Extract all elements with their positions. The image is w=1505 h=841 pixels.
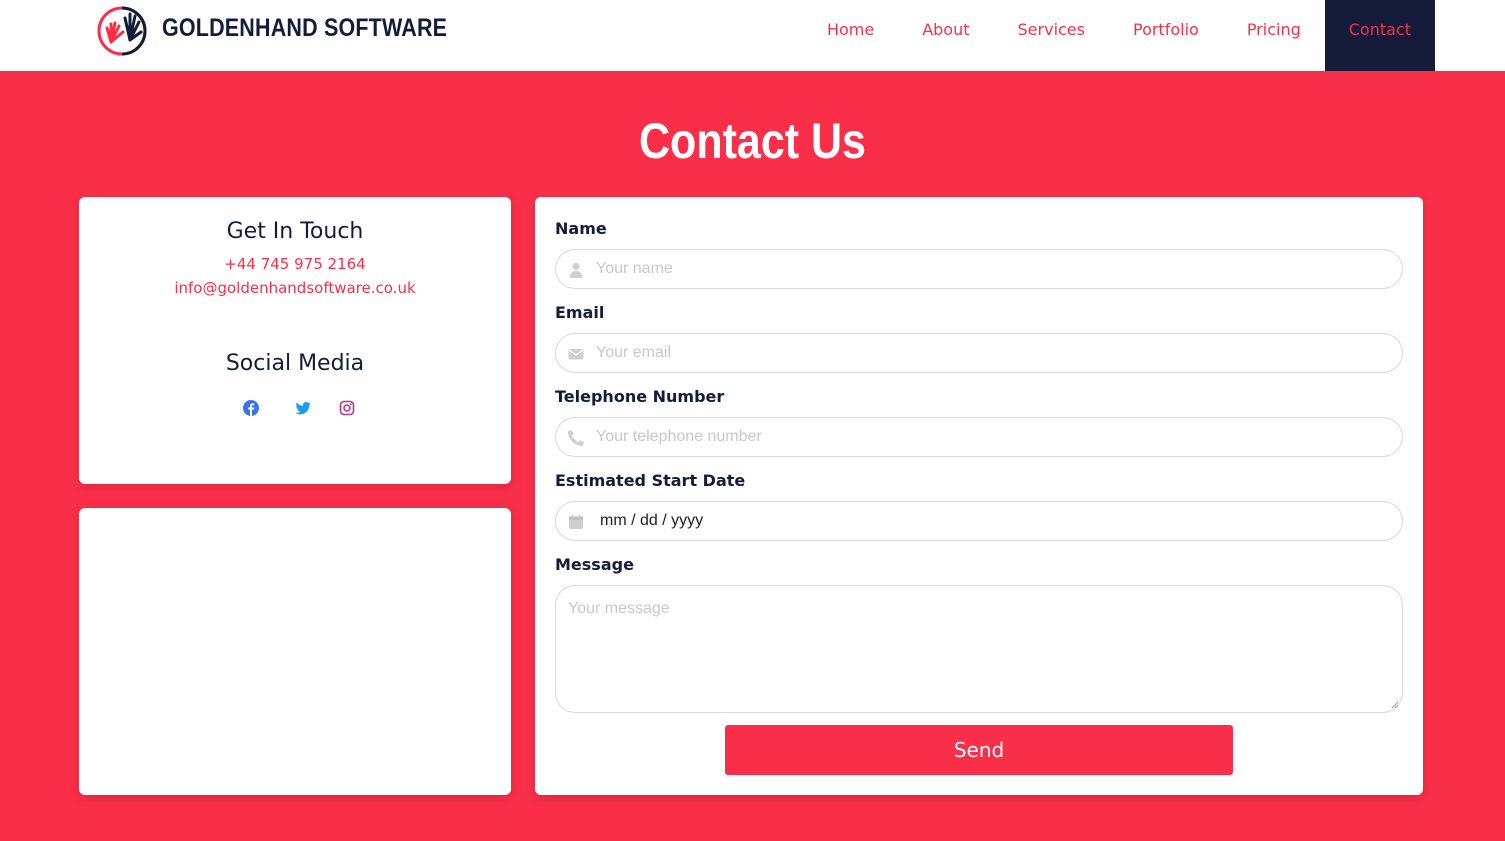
map-card [79,508,511,795]
email-input[interactable] [596,334,1396,372]
get-in-touch-heading: Get In Touch [226,219,364,244]
telephone-input[interactable] [596,418,1396,456]
nav-contact[interactable]: Contact [1324,0,1435,71]
email-label: Email [555,303,605,322]
page-title: Contact Us [639,113,866,169]
name-field-wrapper [555,249,1403,289]
send-button[interactable]: Send [725,725,1233,775]
envelope-icon [568,349,584,360]
social-media-heading: Social Media [225,351,365,376]
telephone-label: Telephone Number [555,387,725,406]
start-date-field[interactable]: mm / dd / yyyy [555,501,1403,541]
twitter-icon[interactable] [295,400,311,416]
facebook-icon[interactable] [243,400,259,416]
nav-pricing[interactable]: Pricing [1223,0,1325,60]
start-date-value[interactable]: mm / dd / yyyy [600,512,703,530]
message-label: Message [555,555,634,574]
nav-services[interactable]: Services [994,0,1109,60]
nav-home[interactable]: Home [803,0,898,60]
nav-about[interactable]: About [898,0,993,60]
phone-link[interactable]: +44 745 975 2164 [79,255,511,273]
contact-form-card: Name Email Telephone Number Estimated St… [535,197,1423,795]
brand-name[interactable]: GOLDENHAND SOFTWARE [162,14,447,43]
name-input[interactable] [596,250,1396,288]
main-nav: Home About Services Portfolio Pricing Co… [803,0,1435,71]
contact-info-card: Get In Touch +44 745 975 2164 info@golde… [79,197,511,484]
email-field-wrapper [555,333,1403,373]
user-icon [569,263,583,278]
logo-icon[interactable] [97,6,147,56]
message-field-wrapper [555,585,1403,713]
name-label: Name [555,219,607,238]
start-date-label: Estimated Start Date [555,471,746,490]
message-textarea[interactable] [556,586,1402,712]
email-link[interactable]: info@goldenhandsoftware.co.uk [79,279,511,297]
phone-icon [568,430,584,446]
calendar-icon [569,514,583,529]
telephone-field-wrapper [555,417,1403,457]
resize-grip-icon[interactable] [1391,701,1399,709]
site-header: GOLDENHAND SOFTWARE Home About Services … [0,0,1505,71]
nav-portfolio[interactable]: Portfolio [1109,0,1223,60]
instagram-icon[interactable] [339,400,355,416]
